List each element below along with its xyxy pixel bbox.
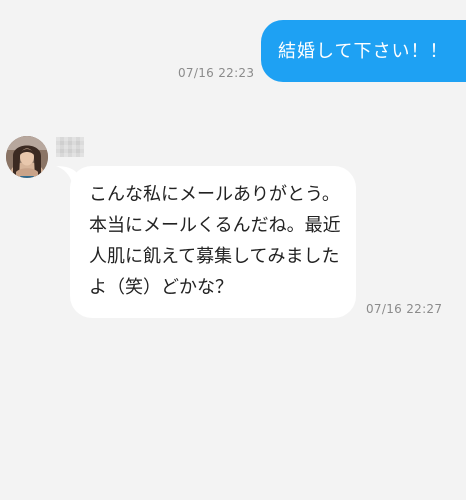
- sent-message-bubble[interactable]: 結婚して下さい！！: [261, 20, 466, 82]
- received-message-line: よ（笑）どかな？: [89, 277, 233, 298]
- sender-name-pixelated: [56, 137, 84, 157]
- received-message-line: こんな私にメールありがとう。: [89, 184, 340, 205]
- sent-message-text: 結婚して下さい！！: [278, 41, 449, 62]
- sent-message-timestamp: 07/16 22:23: [178, 66, 255, 80]
- received-message-timestamp: 07/16 22:27: [366, 302, 443, 316]
- received-message-line: 人肌に飢えて募集してみました: [89, 246, 340, 267]
- received-message-line: 本当にメールくるんだね。最近: [89, 215, 341, 236]
- profile-photo-avatar-icon: [6, 136, 48, 178]
- sender-avatar[interactable]: [6, 136, 48, 178]
- received-message-bubble[interactable]: こんな私にメールありがとう。 本当にメールくるんだね。最近 人肌に飢えて募集して…: [70, 166, 356, 318]
